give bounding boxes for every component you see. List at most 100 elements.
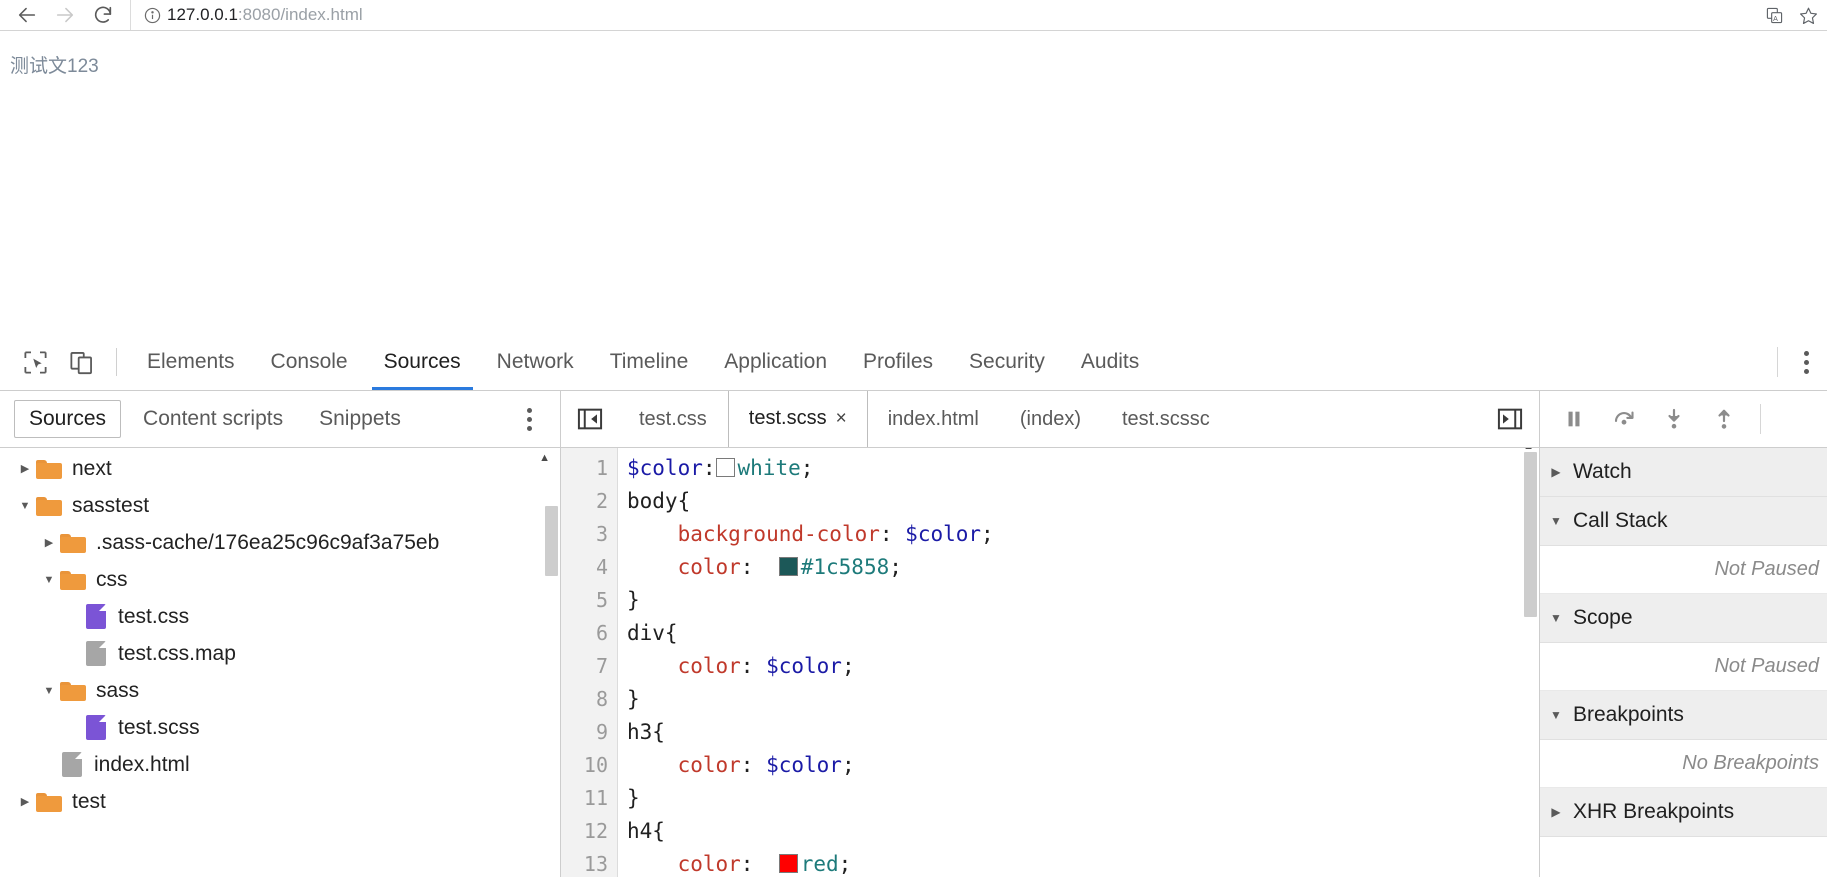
- back-icon[interactable]: [8, 0, 46, 30]
- svg-text:A: A: [1773, 14, 1778, 22]
- editor-scroll-up-arrow[interactable]: ▲: [1523, 448, 1534, 452]
- tree-item-next[interactable]: ▶ next: [0, 450, 560, 487]
- file-tab-index[interactable]: (index): [1000, 391, 1102, 447]
- address-bar[interactable]: 127.0.0.1:8080/index.html A: [130, 0, 1827, 30]
- section-watch[interactable]: ▶ Watch: [1540, 448, 1827, 497]
- source-code-text[interactable]: $color: white; body{ background-color: $co…: [618, 448, 1539, 877]
- file-tab-test-css[interactable]: test.css: [619, 391, 728, 447]
- section-call-stack[interactable]: ▼ Call Stack: [1540, 497, 1827, 546]
- file-tab-test-scssc[interactable]: test.scssc: [1102, 391, 1231, 447]
- file-tab-test-scss[interactable]: test.scss ×: [727, 390, 868, 447]
- tree-item-index-html[interactable]: index.html: [0, 746, 560, 783]
- inspect-element-icon[interactable]: [12, 339, 58, 385]
- nav-tab-label: Content scripts: [143, 407, 284, 430]
- tree-item-test-scss[interactable]: test.scss: [0, 709, 560, 746]
- chevron-right-icon: ▶: [1551, 465, 1561, 479]
- tab-application[interactable]: Application: [706, 334, 845, 390]
- forward-icon[interactable]: [46, 0, 84, 30]
- chevron-down-icon[interactable]: ▼: [38, 561, 60, 598]
- file-tab-index-html[interactable]: index.html: [868, 391, 1000, 447]
- color-swatch[interactable]: [778, 854, 798, 873]
- code-token: :: [702, 456, 716, 480]
- chevron-down-icon[interactable]: ▼: [14, 487, 36, 524]
- code-line: h3{: [627, 716, 1539, 749]
- line-number: 10: [583, 753, 608, 777]
- scroll-tabs-left-icon[interactable]: [561, 391, 619, 447]
- folder-icon: [60, 532, 86, 553]
- section-xhr-breakpoints[interactable]: ▶ XHR Breakpoints: [1540, 788, 1827, 837]
- tree-scroll-up-arrow[interactable]: ▲: [539, 452, 550, 464]
- tree-item-test[interactable]: ▶ test: [0, 783, 560, 820]
- step-out-icon[interactable]: [1704, 399, 1744, 439]
- code-line: $color: white;: [627, 452, 1539, 485]
- nav-tab-label: Sources: [29, 407, 107, 430]
- line-number: 8: [595, 687, 608, 711]
- code-token: }: [627, 588, 640, 612]
- nav-tab-sources[interactable]: Sources: [14, 400, 122, 438]
- tree-item-sass[interactable]: ▼ sass: [0, 672, 560, 709]
- tab-elements[interactable]: Elements: [129, 334, 253, 390]
- site-info-icon[interactable]: [139, 2, 165, 28]
- code-token: $color: [627, 456, 703, 480]
- step-over-icon[interactable]: [1604, 399, 1644, 439]
- code-token: }: [627, 786, 640, 810]
- tab-timeline[interactable]: Timeline: [592, 334, 707, 390]
- chevron-down-icon: ▼: [1550, 514, 1562, 528]
- navigation-buttons: [0, 0, 122, 30]
- tab-network[interactable]: Network: [479, 334, 592, 390]
- tab-label: Application: [724, 350, 827, 373]
- page-body-text: 测试文123: [10, 56, 99, 77]
- tab-audits[interactable]: Audits: [1063, 334, 1157, 390]
- reload-icon[interactable]: [84, 0, 122, 30]
- chevron-right-icon[interactable]: ▶: [38, 524, 60, 561]
- pause-script-execution-icon[interactable]: [1554, 399, 1594, 439]
- tree-item-test-css-map[interactable]: test.css.map: [0, 635, 560, 672]
- tab-profiles[interactable]: Profiles: [845, 334, 951, 390]
- color-swatch[interactable]: [715, 458, 735, 477]
- devtools-more-options-icon[interactable]: [1792, 341, 1821, 384]
- code-token: background-color: [677, 522, 880, 546]
- tab-sources[interactable]: Sources: [366, 334, 479, 390]
- nav-tab-snippets[interactable]: Snippets: [305, 401, 415, 437]
- devtools-panel: Elements Console Sources Network Timelin…: [0, 334, 1827, 877]
- editor-scrollbar[interactable]: ▲: [1523, 448, 1537, 617]
- code-line: color: #1c5858;: [627, 551, 1539, 584]
- code-token: ;: [841, 654, 855, 678]
- step-into-icon[interactable]: [1654, 399, 1694, 439]
- translate-icon[interactable]: A: [1761, 2, 1787, 28]
- code-editor-area[interactable]: 1 2 3 4 5 6 7 8 9 10 11 12 13 14: [561, 448, 1539, 877]
- code-line: }: [627, 584, 1539, 617]
- scroll-tabs-right-icon[interactable]: [1481, 391, 1539, 447]
- tree-item-test-css[interactable]: test.css: [0, 598, 560, 635]
- tab-label: Console: [270, 350, 348, 373]
- chevron-right-icon[interactable]: ▶: [14, 783, 36, 820]
- chevron-right-icon[interactable]: ▶: [14, 450, 36, 487]
- nav-tab-content-scripts[interactable]: Content scripts: [129, 401, 297, 437]
- bookmark-star-icon[interactable]: [1795, 2, 1821, 28]
- device-toolbar-icon[interactable]: [58, 339, 104, 385]
- tree-scrollbar[interactable]: [545, 506, 558, 576]
- section-title: Scope: [1573, 606, 1633, 629]
- code-line: div{: [627, 617, 1539, 650]
- tab-console[interactable]: Console: [253, 334, 366, 390]
- section-scope[interactable]: ▼ Scope: [1540, 594, 1827, 643]
- tree-item-label: css: [96, 567, 128, 591]
- close-tab-icon[interactable]: ×: [836, 409, 847, 428]
- section-breakpoints[interactable]: ▼ Breakpoints: [1540, 691, 1827, 740]
- color-swatch[interactable]: [778, 557, 798, 576]
- url-path: :8080/index.html: [237, 5, 363, 24]
- tree-item-sasstest[interactable]: ▼ sasstest: [0, 487, 560, 524]
- sources-navigator: Sources Content scripts Snippets ▲ ▶ nex…: [0, 391, 561, 877]
- folder-icon: [60, 569, 86, 590]
- navigator-more-options-icon[interactable]: [515, 398, 544, 441]
- tree-item-sass-cache[interactable]: ▶ .sass-cache/176ea25c96c9af3a75eb: [0, 524, 560, 561]
- chevron-down-icon[interactable]: ▼: [38, 672, 60, 709]
- line-number: 13: [583, 852, 608, 876]
- url-host: 127.0.0.1: [167, 5, 238, 24]
- code-token: $color: [766, 654, 842, 678]
- tree-item-css[interactable]: ▼ css: [0, 561, 560, 598]
- nav-tab-label: Snippets: [319, 407, 401, 430]
- tab-security[interactable]: Security: [951, 334, 1063, 390]
- html-file-icon: [62, 752, 82, 777]
- file-tab-label: test.scss: [748, 407, 827, 429]
